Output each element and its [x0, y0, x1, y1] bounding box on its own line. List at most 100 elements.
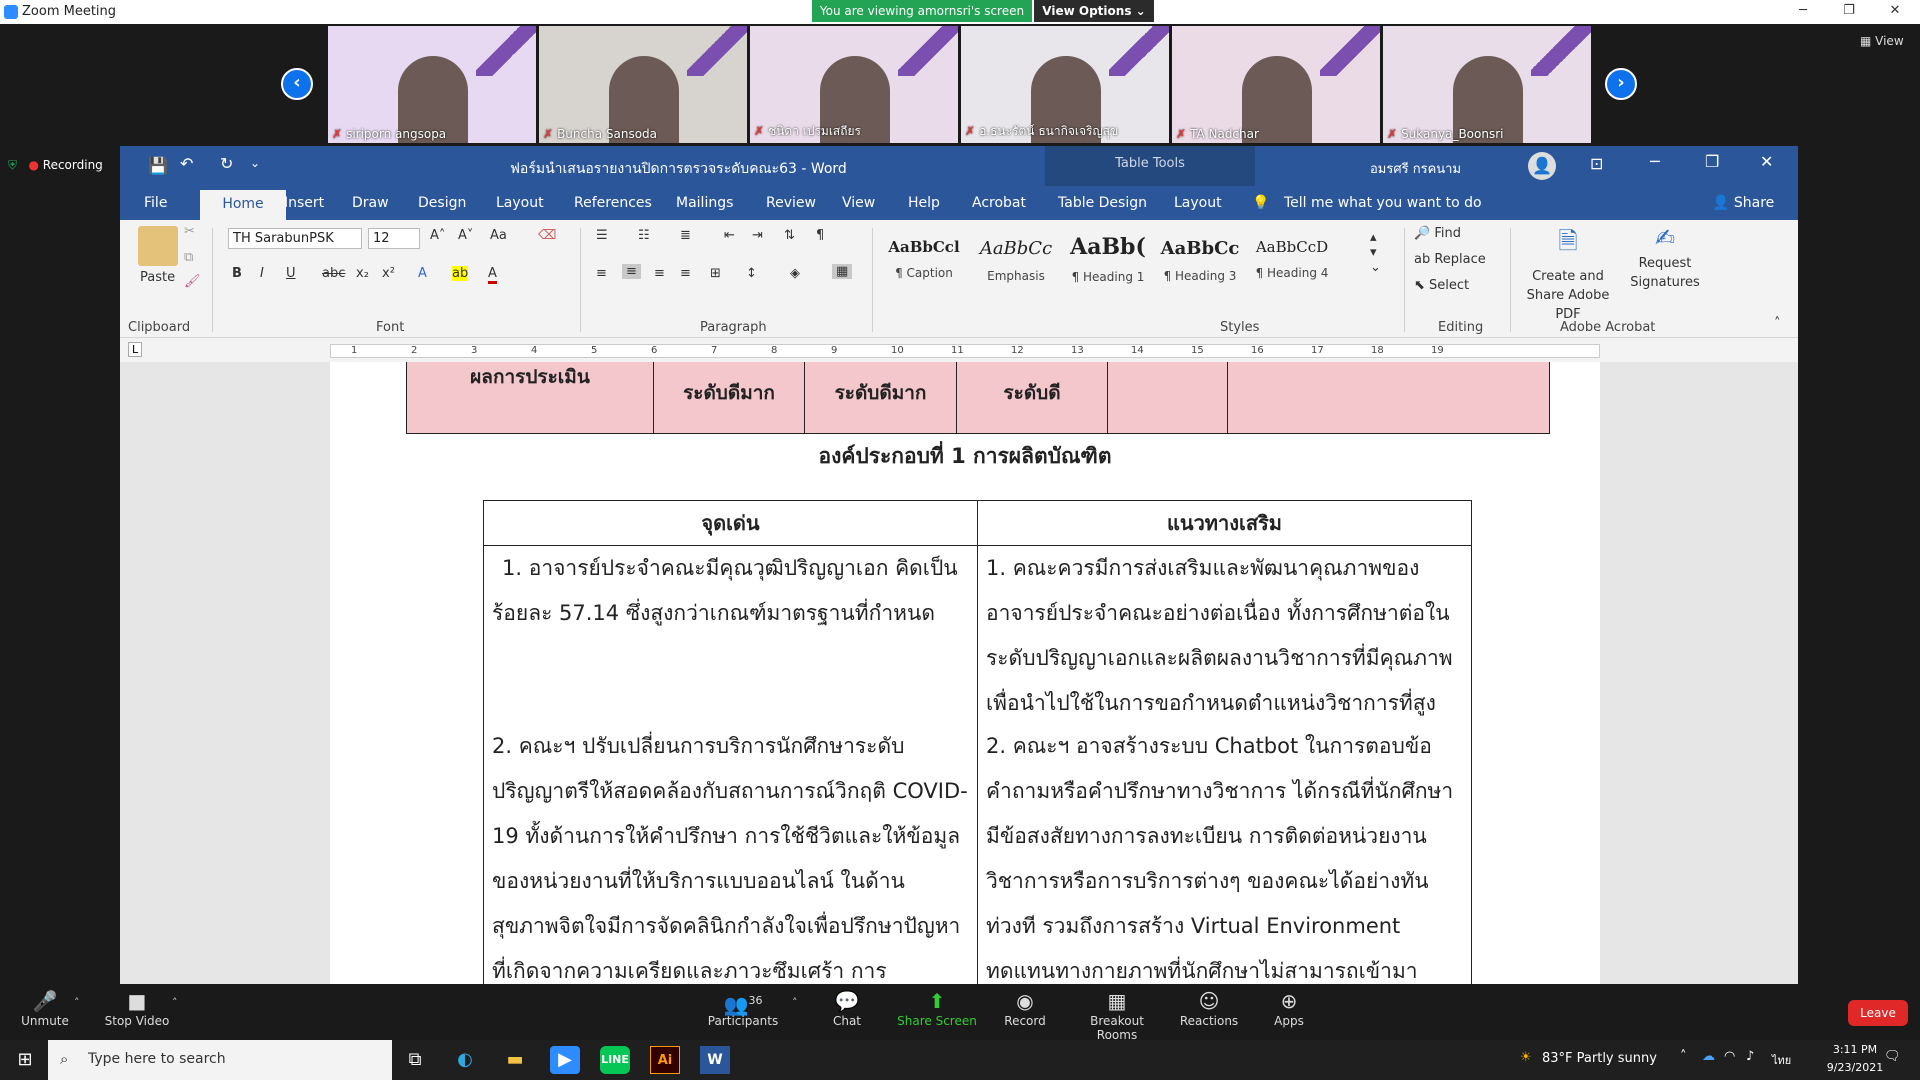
tray-overflow-icon[interactable]: ˄ — [1680, 1049, 1687, 1064]
tab-review[interactable]: Review — [766, 195, 816, 211]
undo-icon[interactable]: ↶ — [180, 154, 193, 173]
tab-file[interactable]: File — [144, 195, 167, 211]
bold-icon[interactable]: B — [232, 266, 242, 281]
audio-options-icon[interactable]: ˄ — [74, 996, 80, 1009]
shading-icon[interactable]: ◈ — [790, 266, 800, 281]
tab-draw[interactable]: Draw — [352, 195, 389, 211]
breakout-rooms-button[interactable]: ▦ Breakout Rooms — [1072, 984, 1162, 1042]
redo-icon[interactable]: ↻ — [220, 154, 233, 173]
style-emphasis[interactable]: AaBbCc Emphasis — [972, 228, 1060, 290]
weather-text[interactable]: 83°F Partly sunny — [1542, 1051, 1657, 1066]
paste-button[interactable]: Paste — [140, 270, 175, 285]
tab-acrobat[interactable]: Acrobat — [972, 195, 1026, 211]
tab-home[interactable]: Home — [200, 190, 286, 220]
underline-icon[interactable]: U — [286, 266, 296, 281]
line-spacing-icon[interactable]: ↕ — [746, 266, 757, 281]
ribbon-display-icon[interactable]: ⊡ — [1590, 154, 1603, 173]
unmute-button[interactable]: 🎤 Unmute — [0, 984, 90, 1040]
style-caption[interactable]: AaBbCcl ¶ Caption — [880, 228, 968, 290]
participants-button[interactable]: 👥36 Participants — [698, 984, 788, 1040]
tell-me-input[interactable]: Tell me what you want to do — [1284, 195, 1482, 211]
decrease-indent-icon[interactable]: ⇤ — [724, 228, 735, 243]
volume-icon[interactable]: ♪ — [1746, 1049, 1754, 1064]
tab-table-design[interactable]: Table Design — [1058, 195, 1147, 211]
participant-tile[interactable]: ✗ อ.ธนะรัตน์ ธนากิจเจริญสุข — [961, 26, 1169, 143]
file-explorer-icon[interactable]: ▬ — [500, 1046, 530, 1074]
request-signatures-button[interactable]: ✍ Request Signatures — [1630, 224, 1700, 290]
change-case-icon[interactable]: Aa — [490, 228, 507, 243]
tab-selector[interactable]: L — [128, 342, 143, 357]
gallery-next-icon[interactable]: › — [1605, 68, 1637, 100]
view-button[interactable]: ▦ View — [1860, 34, 1904, 48]
align-left-icon[interactable]: ≡ — [596, 266, 607, 281]
clear-format-icon[interactable]: ⌫ — [538, 228, 556, 243]
gallery-prev-icon[interactable]: ‹ — [281, 68, 313, 100]
tab-table-layout[interactable]: Layout — [1174, 195, 1222, 211]
minimize-icon[interactable]: ─ — [1780, 0, 1826, 24]
record-button[interactable]: ◉ Record — [980, 984, 1070, 1040]
avatar[interactable]: 👤 — [1528, 152, 1556, 180]
participant-tile[interactable]: ✗ siriporn angsopa — [328, 26, 536, 143]
format-painter-icon[interactable]: 🖌 — [184, 274, 201, 289]
clock-time[interactable]: 3:11 PM — [1820, 1043, 1890, 1056]
shrink-font-icon[interactable]: A˅ — [458, 228, 473, 243]
paste-icon[interactable] — [138, 226, 178, 266]
chat-button[interactable]: 💬 Chat — [802, 984, 892, 1040]
italic-icon[interactable]: I — [260, 266, 264, 281]
participant-tile[interactable]: ✗ ชนิดา เปรมเสถียร — [750, 26, 958, 143]
close-icon[interactable]: ✕ — [1872, 0, 1918, 24]
edge-icon[interactable]: ◐ — [450, 1046, 480, 1074]
distributed-icon[interactable]: ⊞ — [710, 266, 721, 281]
subscript-icon[interactable]: x₂ — [356, 266, 369, 281]
wifi-icon[interactable]: ◠ — [1724, 1049, 1735, 1064]
highlight-icon[interactable]: ab — [452, 266, 469, 281]
apps-button[interactable]: ⊕ Apps — [1244, 984, 1334, 1040]
find-button[interactable]: 🔎 Find — [1414, 226, 1461, 241]
word-minimize-icon[interactable]: ─ — [1650, 152, 1660, 171]
bullets-icon[interactable]: ☰ — [596, 228, 608, 243]
text-effects-icon[interactable]: A — [418, 266, 427, 281]
word-close-icon[interactable]: ✕ — [1760, 152, 1773, 171]
align-center-icon[interactable]: ≡ — [622, 264, 641, 279]
strikethrough-icon[interactable]: abc — [322, 266, 345, 281]
cut-icon[interactable]: ✂ — [184, 224, 195, 239]
numbering-icon[interactable]: ☷ — [638, 228, 650, 243]
save-icon[interactable]: 💾 — [148, 156, 168, 175]
share-button[interactable]: 👤 Share — [1712, 195, 1774, 211]
style-heading3[interactable]: AaBbCc ¶ Heading 3 — [1156, 228, 1244, 290]
taskbar-search[interactable]: ⌕ Type here to search — [48, 1040, 392, 1080]
document-page[interactable]: ผลการประเมิน ระดับดีมาก ระดับดีมาก ระดับ… — [330, 362, 1600, 986]
sort-icon[interactable]: ⇅ — [784, 228, 795, 243]
notifications-icon[interactable]: 🗨 — [1884, 1049, 1901, 1064]
stop-video-button[interactable]: ■ Stop Video — [92, 984, 182, 1040]
align-right-icon[interactable]: ≡ — [654, 266, 665, 281]
word-taskbar-icon[interactable]: W — [700, 1046, 730, 1074]
tab-layout[interactable]: Layout — [496, 195, 544, 211]
leave-button[interactable]: Leave — [1848, 1000, 1908, 1026]
tab-view[interactable]: View — [842, 195, 875, 211]
restore-icon[interactable]: ❐ — [1826, 0, 1872, 24]
font-color-icon[interactable]: A — [488, 266, 497, 284]
tab-help[interactable]: Help — [908, 195, 940, 211]
increase-indent-icon[interactable]: ⇥ — [752, 228, 763, 243]
participant-tile[interactable]: ✗ Sukanya_Boonsri — [1383, 26, 1591, 143]
style-heading4[interactable]: AaBbCcD ¶ Heading 4 — [1248, 228, 1336, 290]
style-heading1[interactable]: AaBb(¶ Heading 1 — [1064, 228, 1152, 290]
tab-design[interactable]: Design — [418, 195, 466, 211]
video-options-icon[interactable]: ˄ — [172, 996, 178, 1009]
search-input[interactable]: Type here to search — [88, 1051, 226, 1067]
zoom-taskbar-icon[interactable]: ▶ — [550, 1046, 580, 1074]
multilevel-icon[interactable]: ≣ — [680, 228, 691, 243]
participant-tile[interactable]: ✗ Buncha Sansoda — [539, 26, 747, 143]
onedrive-icon[interactable]: ☁ — [1702, 1049, 1715, 1064]
superscript-icon[interactable]: x² — [382, 266, 395, 281]
collapse-ribbon-icon[interactable]: ˄ — [1774, 316, 1781, 331]
customize-qat-icon[interactable]: ⌄ — [250, 156, 260, 170]
grow-font-icon[interactable]: A˄ — [430, 228, 445, 243]
tab-insert[interactable]: Insert — [284, 195, 324, 211]
copy-icon[interactable]: ⧉ — [184, 250, 193, 265]
word-restore-icon[interactable]: ❐ — [1705, 152, 1719, 171]
font-size-select[interactable]: 12 — [368, 228, 420, 249]
participants-options-icon[interactable]: ˄ — [792, 996, 798, 1009]
share-screen-button[interactable]: ⬆ Share Screen — [892, 984, 982, 1040]
